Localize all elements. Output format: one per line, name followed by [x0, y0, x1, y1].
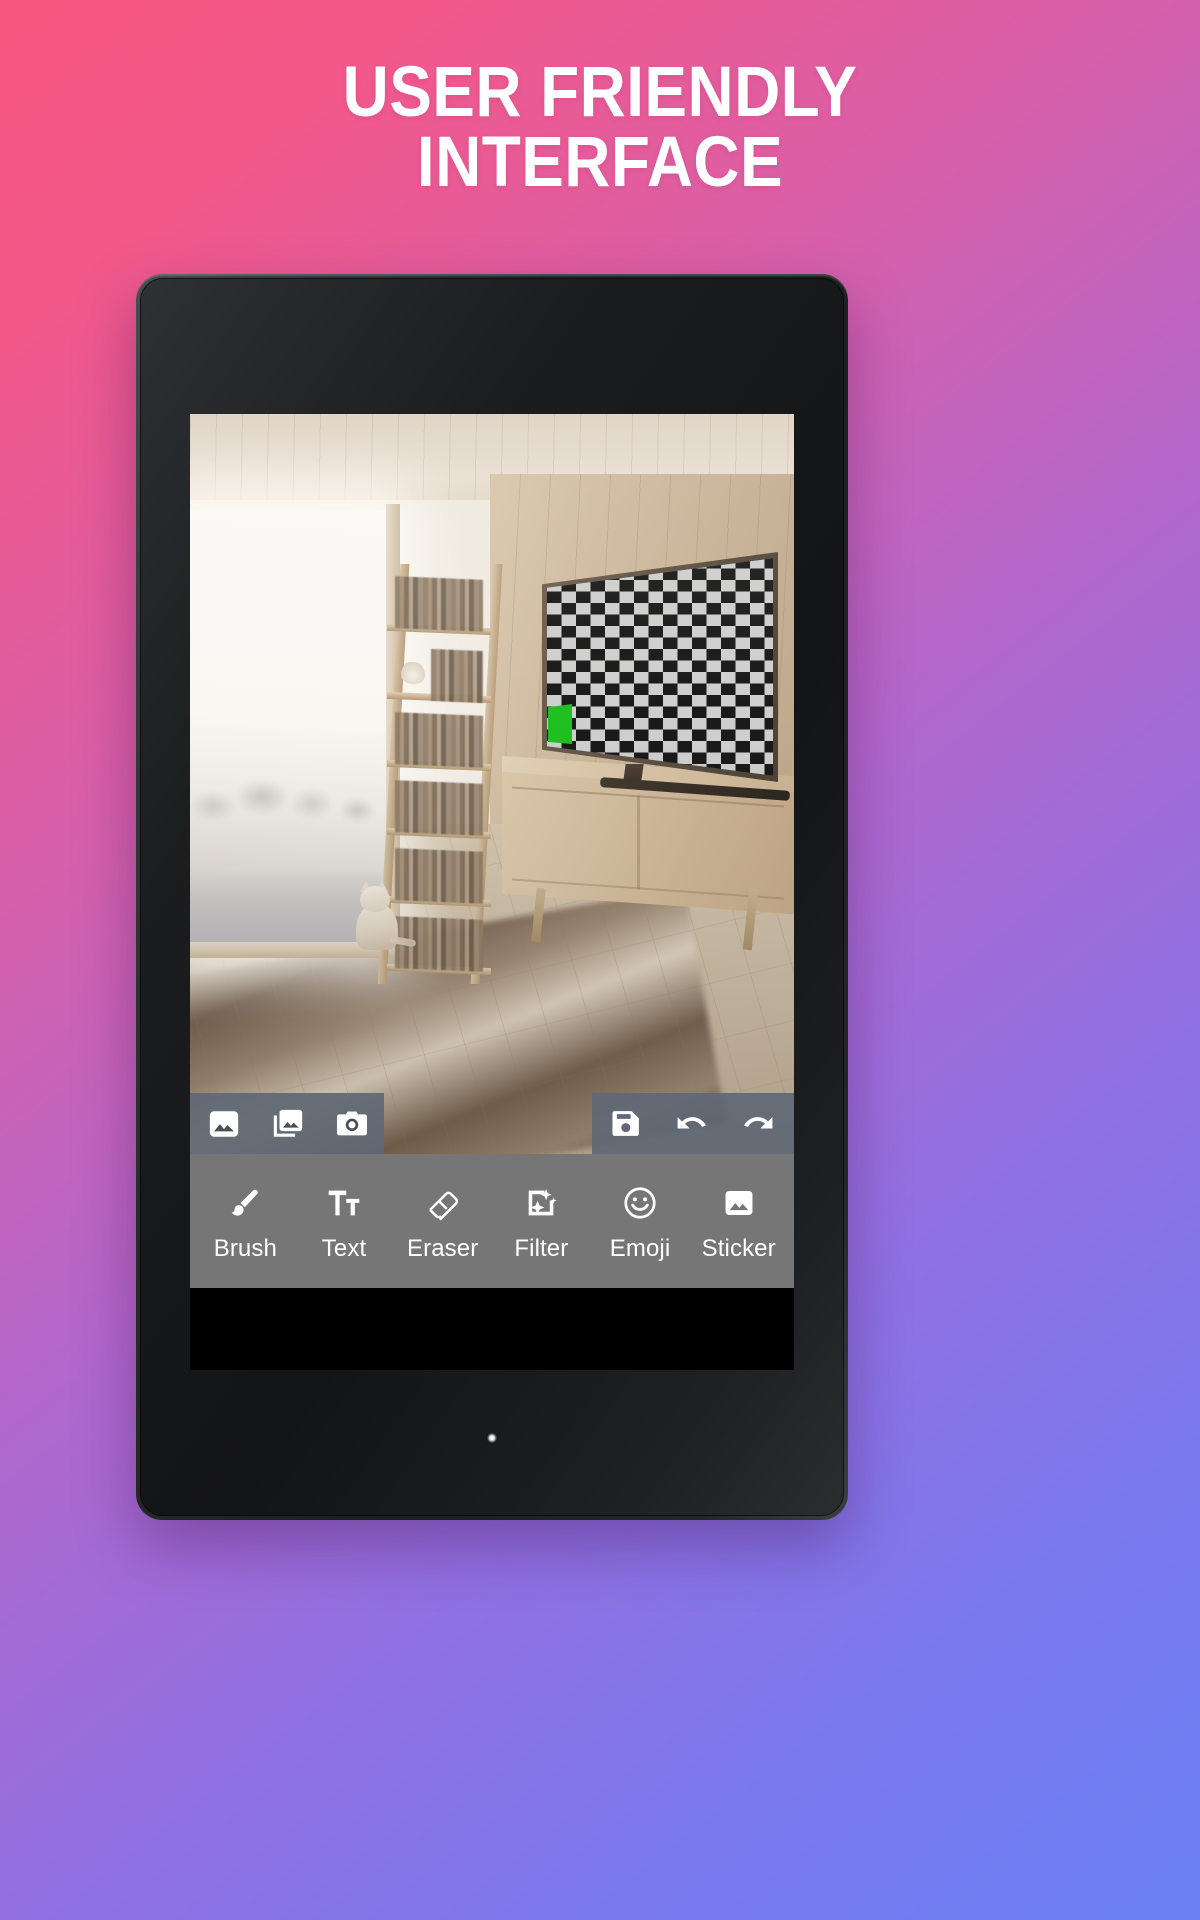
tablet-device-frame: Brush Text Eraser Filter Emoji Sticker	[136, 274, 848, 1520]
tv-green-patch	[548, 704, 572, 744]
text-tt-icon	[327, 1182, 361, 1224]
page-title: USER FRIENDLY INTERFACE	[60, 53, 1140, 203]
tool-emoji-label: Emoji	[609, 1234, 671, 1262]
tool-sticker[interactable]: Sticker	[689, 1182, 788, 1261]
tablet-bezel: Brush Text Eraser Filter Emoji Sticker	[140, 278, 844, 1516]
tool-text-label: Text	[321, 1234, 367, 1262]
status-led-icon	[487, 1433, 497, 1443]
save-button[interactable]	[606, 1104, 646, 1144]
tool-eraser-label: Eraser	[407, 1234, 479, 1262]
gallery-multi-button[interactable]	[268, 1104, 308, 1144]
undo-arrow-icon	[677, 1116, 706, 1128]
camera-icon	[336, 1111, 368, 1135]
eraser-icon	[425, 1182, 461, 1224]
tool-filter-label: Filter	[514, 1234, 569, 1262]
gallery-single-button[interactable]	[204, 1104, 244, 1144]
smiley-icon	[622, 1182, 658, 1224]
image-icon	[209, 1110, 239, 1137]
save-floppy-icon	[611, 1111, 639, 1136]
tool-eraser[interactable]: Eraser	[393, 1182, 492, 1261]
tool-emoji[interactable]: Emoji	[591, 1182, 690, 1261]
tool-text[interactable]: Text	[295, 1182, 394, 1261]
app-screen: Brush Text Eraser Filter Emoji Sticker	[190, 414, 794, 1370]
undo-button[interactable]	[672, 1104, 712, 1144]
photo-canvas[interactable]	[190, 414, 794, 1154]
images-stack-icon	[273, 1109, 303, 1137]
toolbar-left-group	[190, 1093, 384, 1154]
sticker-image-icon	[722, 1182, 756, 1224]
page-title-line-1: USER FRIENDLY	[342, 53, 858, 132]
redo-button[interactable]	[738, 1104, 778, 1144]
scene-tv-checkerboard	[542, 552, 791, 801]
camera-button[interactable]	[332, 1104, 372, 1144]
filter-sparkle-icon	[524, 1182, 558, 1224]
tool-filter[interactable]: Filter	[492, 1182, 591, 1261]
brush-icon	[228, 1182, 262, 1224]
page-title-line-2: INTERFACE	[416, 123, 784, 203]
tool-brush[interactable]: Brush	[196, 1182, 295, 1261]
redo-arrow-icon	[744, 1116, 773, 1128]
editor-tool-strip: Brush Text Eraser Filter Emoji Sticker	[190, 1154, 794, 1288]
photo-scene	[190, 414, 794, 1154]
toolbar-right-group	[592, 1093, 794, 1154]
scene-cat	[350, 881, 417, 950]
tool-sticker-label: Sticker	[701, 1234, 776, 1262]
scene-window-trees	[190, 762, 390, 872]
screen-bottom-bar	[190, 1288, 794, 1370]
tool-brush-label: Brush	[213, 1234, 277, 1262]
